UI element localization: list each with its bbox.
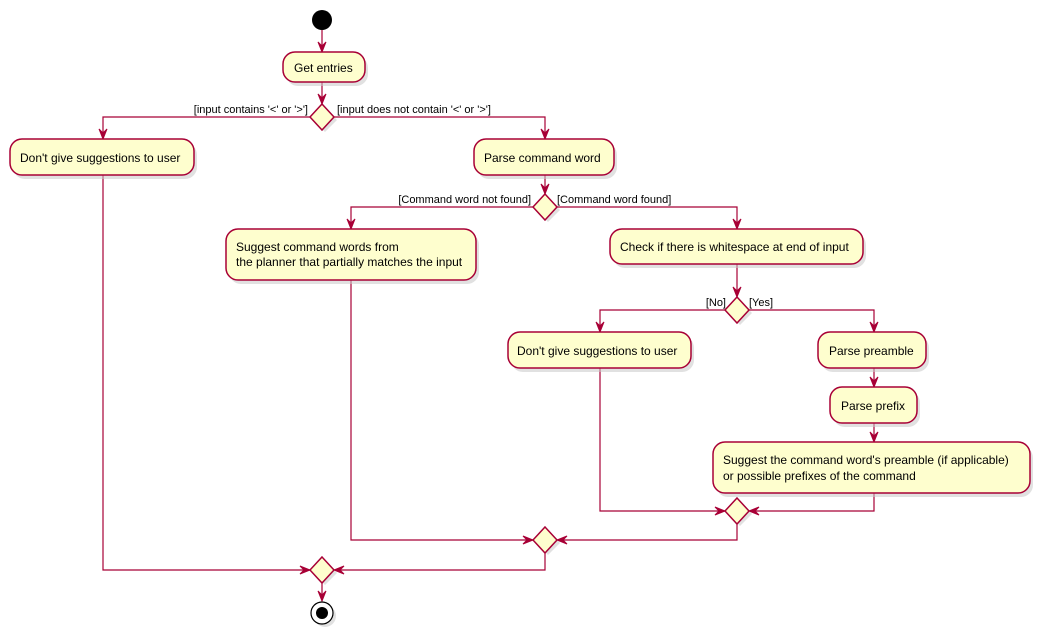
edge-decision3-left (599, 309, 725, 332)
guard-input-contains: [input contains '<' or '>'] (194, 104, 308, 116)
activity-no-suggestions-mid: Don't give suggestions to user (507, 331, 694, 372)
edge-decision3-right (749, 309, 875, 332)
start-node (312, 10, 332, 30)
guard-command-found: [Command word found] (557, 194, 671, 206)
activity-label: Parse prefix (841, 399, 905, 413)
activity-label: Check if there is whitespace at end of i… (620, 240, 849, 254)
activity-label-line2: or possible prefixes of the command (723, 469, 916, 483)
activity-label: Don't give suggestions to user (20, 151, 180, 165)
end-node (310, 601, 336, 627)
activity-parse-preamble: Parse preamble (817, 331, 929, 372)
activity-diagram: Get entries Don't give suggestions to us… (9, 10, 1033, 627)
decision-whitespace (723, 295, 752, 325)
edge-decision1-right (334, 116, 546, 139)
merge-input-brackets (308, 555, 337, 585)
edge-nosuggest-to-merge3 (599, 368, 725, 512)
edge-decision2-left (350, 206, 533, 229)
edge-decision2-right (557, 206, 738, 229)
edge-suggestcmd-to-merge2 (350, 280, 533, 541)
activity-label-line2: the planner that partially matches the i… (236, 255, 463, 269)
decision-command-word-found (531, 192, 560, 222)
activity-label: Get entries (294, 61, 353, 75)
guard-input-not-contains: [input does not contain '<' or '>'] (337, 104, 491, 116)
activity-no-suggestions-left: Don't give suggestions to user (9, 138, 197, 179)
activity-get-entries: Get entries (282, 51, 368, 86)
activity-label: Don't give suggestions to user (517, 344, 677, 358)
activity-parse-prefix: Parse prefix (829, 386, 920, 427)
edge-merge2-to-merge1 (334, 552, 546, 571)
guard-no: [No] (706, 297, 726, 309)
activity-check-whitespace: Check if there is whitespace at end of i… (609, 228, 866, 268)
activity-suggest-command-words: Suggest command words from the planner t… (225, 228, 479, 284)
guard-yes: [Yes] (749, 297, 773, 309)
activity-suggest-preamble-prefixes: Suggest the command word's preamble (if … (712, 441, 1033, 497)
activity-label: Parse command word (484, 151, 601, 165)
activity-label-line1: Suggest the command word's preamble (if … (723, 453, 1009, 467)
activity-parse-command-word: Parse command word (473, 138, 617, 179)
activity-label: Parse preamble (829, 344, 914, 358)
edge-decision1-left (102, 116, 310, 139)
activity-label-line1: Suggest command words from (236, 240, 399, 254)
edge-merge3-to-merge2 (557, 523, 738, 541)
arrowheads (98, 41, 879, 603)
merge-whitespace (723, 496, 752, 526)
decision-input-brackets (308, 102, 337, 132)
merge-command-word (531, 525, 560, 555)
guard-command-not-found: [Command word not found] (398, 194, 531, 206)
